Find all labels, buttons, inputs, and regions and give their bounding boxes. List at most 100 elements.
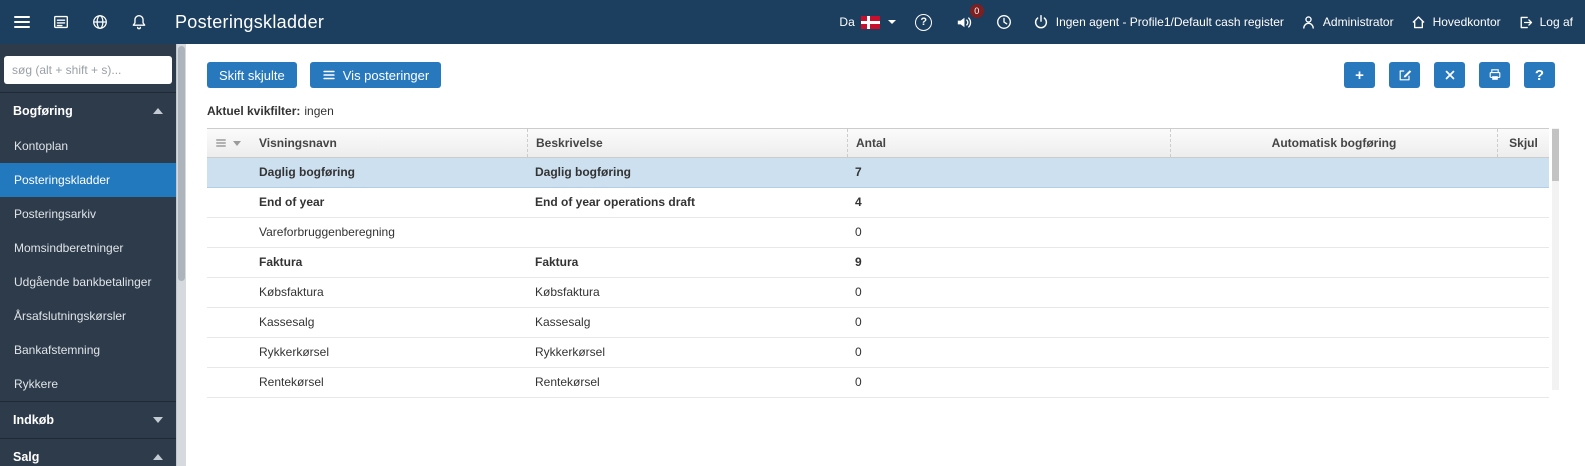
cell-beskrivelse [527, 218, 847, 247]
sidebar-item-udgaende-bankbetalinger[interactable]: Udgående bankbetalinger [0, 265, 176, 299]
table-row[interactable]: Daglig bogføring Daglig bogføring 7 [207, 158, 1549, 188]
sidebar-item-posteringskladder[interactable]: Posteringskladder [0, 163, 176, 197]
sidebar-section-indkob[interactable]: Indkøb [0, 401, 176, 438]
journals-table: Visningsnavn Beskrivelse Antal Automatis… [207, 128, 1559, 398]
chevron-up-icon [153, 108, 163, 114]
page-title: Posteringskladder [175, 11, 325, 32]
section-label: Salg [13, 450, 40, 464]
clock-icon[interactable] [992, 10, 1016, 34]
user-menu[interactable]: Administrator [1300, 14, 1394, 31]
sidebar: Bogføring Kontoplan Posteringskladder Po… [0, 44, 176, 466]
cell-antal: 0 [855, 315, 862, 329]
chevron-down-icon [153, 417, 163, 423]
power-icon [1032, 13, 1050, 31]
sidebar-item-bankafstemning[interactable]: Bankafstemning [0, 333, 176, 367]
topbar-left-icons [10, 10, 151, 34]
topbar-right: Da ? 0 Ingen agent - Profile1/Default ca… [839, 4, 1573, 34]
user-label: Administrator [1322, 15, 1394, 29]
logout-label: Log af [1539, 15, 1573, 29]
sort-icon[interactable] [233, 140, 241, 146]
cell-beskrivelse: End of year operations draft [535, 195, 696, 209]
sound-icon[interactable]: 0 [952, 4, 984, 34]
table-body: Daglig bogføring Daglig bogføring 7 End … [207, 158, 1549, 398]
sidebar-section-bogforing[interactable]: Bogføring [0, 92, 176, 129]
cell-beskrivelse: Kassesalg [535, 315, 591, 329]
menu-icon[interactable] [10, 10, 34, 34]
column-header-visningsnavn[interactable]: Visningsnavn [251, 129, 527, 157]
skift-skjulte-button[interactable]: Skift skjulte [207, 62, 297, 88]
cell-visningsnavn: Købsfaktura [259, 285, 324, 299]
journal-list-icon[interactable] [49, 10, 73, 34]
user-icon [1300, 14, 1317, 31]
add-button[interactable]: + [1344, 62, 1375, 88]
cell-visningsnavn: Rentekørsel [259, 375, 324, 389]
cell-visningsnavn: Faktura [259, 255, 303, 269]
cell-antal: 9 [855, 255, 862, 269]
language-selector[interactable]: Da [839, 15, 896, 29]
cell-beskrivelse: Rykkerkørsel [535, 345, 606, 359]
table-row[interactable]: Faktura Faktura 9 [207, 248, 1549, 278]
sidebar-scrollbar[interactable] [176, 44, 186, 466]
logout-button[interactable]: Log af [1517, 14, 1573, 31]
topbar: Posteringskladder Da ? 0 Ingen agent - P… [0, 0, 1585, 44]
table-row[interactable]: End of year End of year operations draft… [207, 188, 1549, 218]
print-button[interactable] [1479, 62, 1510, 88]
table-header-row: Visningsnavn Beskrivelse Antal Automatis… [207, 128, 1549, 158]
sidebar-item-posteringsarkiv[interactable]: Posteringsarkiv [0, 197, 176, 231]
cell-antal: 0 [855, 375, 862, 389]
search-input[interactable] [4, 56, 172, 84]
cell-visningsnavn: Daglig bogføring [259, 165, 355, 179]
cash-register-status[interactable]: Ingen agent - Profile1/Default cash regi… [1032, 13, 1284, 31]
delete-button[interactable] [1434, 62, 1465, 88]
notification-badge: 0 [969, 4, 984, 18]
scrollbar-thumb[interactable] [178, 46, 185, 281]
section-label: Bogføring [13, 104, 73, 118]
company-menu[interactable]: Hovedkontor [1410, 14, 1501, 31]
table-scrollbar[interactable] [1552, 128, 1559, 390]
cell-antal: 0 [855, 285, 862, 299]
toolbar: Skift skjulte Vis posteringer + ? [207, 62, 1555, 88]
chevron-up-icon [153, 454, 163, 460]
cell-beskrivelse: Faktura [535, 255, 579, 269]
cell-visningsnavn: Rykkerkørsel [259, 345, 330, 359]
table-row[interactable]: Rykkerkørsel Rykkerkørsel 0 [207, 338, 1549, 368]
cell-antal: 4 [855, 195, 862, 209]
column-header-beskrivelse[interactable]: Beskrivelse [527, 129, 847, 157]
quickfilter-status: Aktuel kvikfilter: ingen [207, 104, 1585, 118]
scrollbar-thumb[interactable] [1552, 129, 1559, 181]
help-button[interactable]: ? [1524, 62, 1555, 88]
quickfilter-label: Aktuel kvikfilter: [207, 104, 301, 118]
cell-beskrivelse: Daglig bogføring [535, 165, 631, 179]
cell-antal: 0 [855, 225, 862, 239]
main-content: Skift skjulte Vis posteringer + ? Aktuel… [186, 44, 1585, 466]
cell-beskrivelse: Rentekørsel [535, 375, 600, 389]
sidebar-item-rykkere[interactable]: Rykkere [0, 367, 176, 401]
vis-posteringer-button[interactable]: Vis posteringer [309, 62, 442, 88]
vis-posteringer-label: Vis posteringer [342, 67, 430, 83]
table-row[interactable]: Rentekørsel Rentekørsel 0 [207, 368, 1549, 398]
cell-antal: 0 [855, 345, 862, 359]
table-row[interactable]: Købsfaktura Købsfaktura 0 [207, 278, 1549, 308]
column-header-skjul[interactable]: Skjul [1497, 129, 1549, 157]
edit-button[interactable] [1389, 62, 1420, 88]
logout-icon [1517, 14, 1534, 31]
chevron-down-icon [887, 20, 896, 24]
table-row[interactable]: Vareforbruggenberegning 0 [207, 218, 1549, 248]
globe-icon[interactable] [88, 10, 112, 34]
notifications-bell-icon[interactable] [127, 10, 151, 34]
help-icon[interactable]: ? [912, 10, 936, 34]
sidebar-item-kontoplan[interactable]: Kontoplan [0, 129, 176, 163]
list-icon [322, 68, 336, 82]
quickfilter-value: ingen [304, 104, 334, 118]
column-chooser-icon[interactable] [215, 137, 227, 149]
sidebar-nav: Kontoplan Posteringskladder Posteringsar… [0, 129, 176, 401]
column-header-automatisk-bogforing[interactable]: Automatisk bogføring [1170, 129, 1497, 157]
cell-antal: 7 [855, 165, 862, 179]
column-header-antal[interactable]: Antal [847, 129, 1170, 157]
toolbar-actions: + ? [1344, 62, 1555, 88]
sidebar-item-arsafslutningskorsler[interactable]: Årsafslutningskørsler [0, 299, 176, 333]
sidebar-item-momsindberetninger[interactable]: Momsindberetninger [0, 231, 176, 265]
table-row[interactable]: Kassesalg Kassesalg 0 [207, 308, 1549, 338]
sidebar-section-salg[interactable]: Salg [0, 438, 176, 466]
section-label: Indkøb [13, 413, 54, 427]
